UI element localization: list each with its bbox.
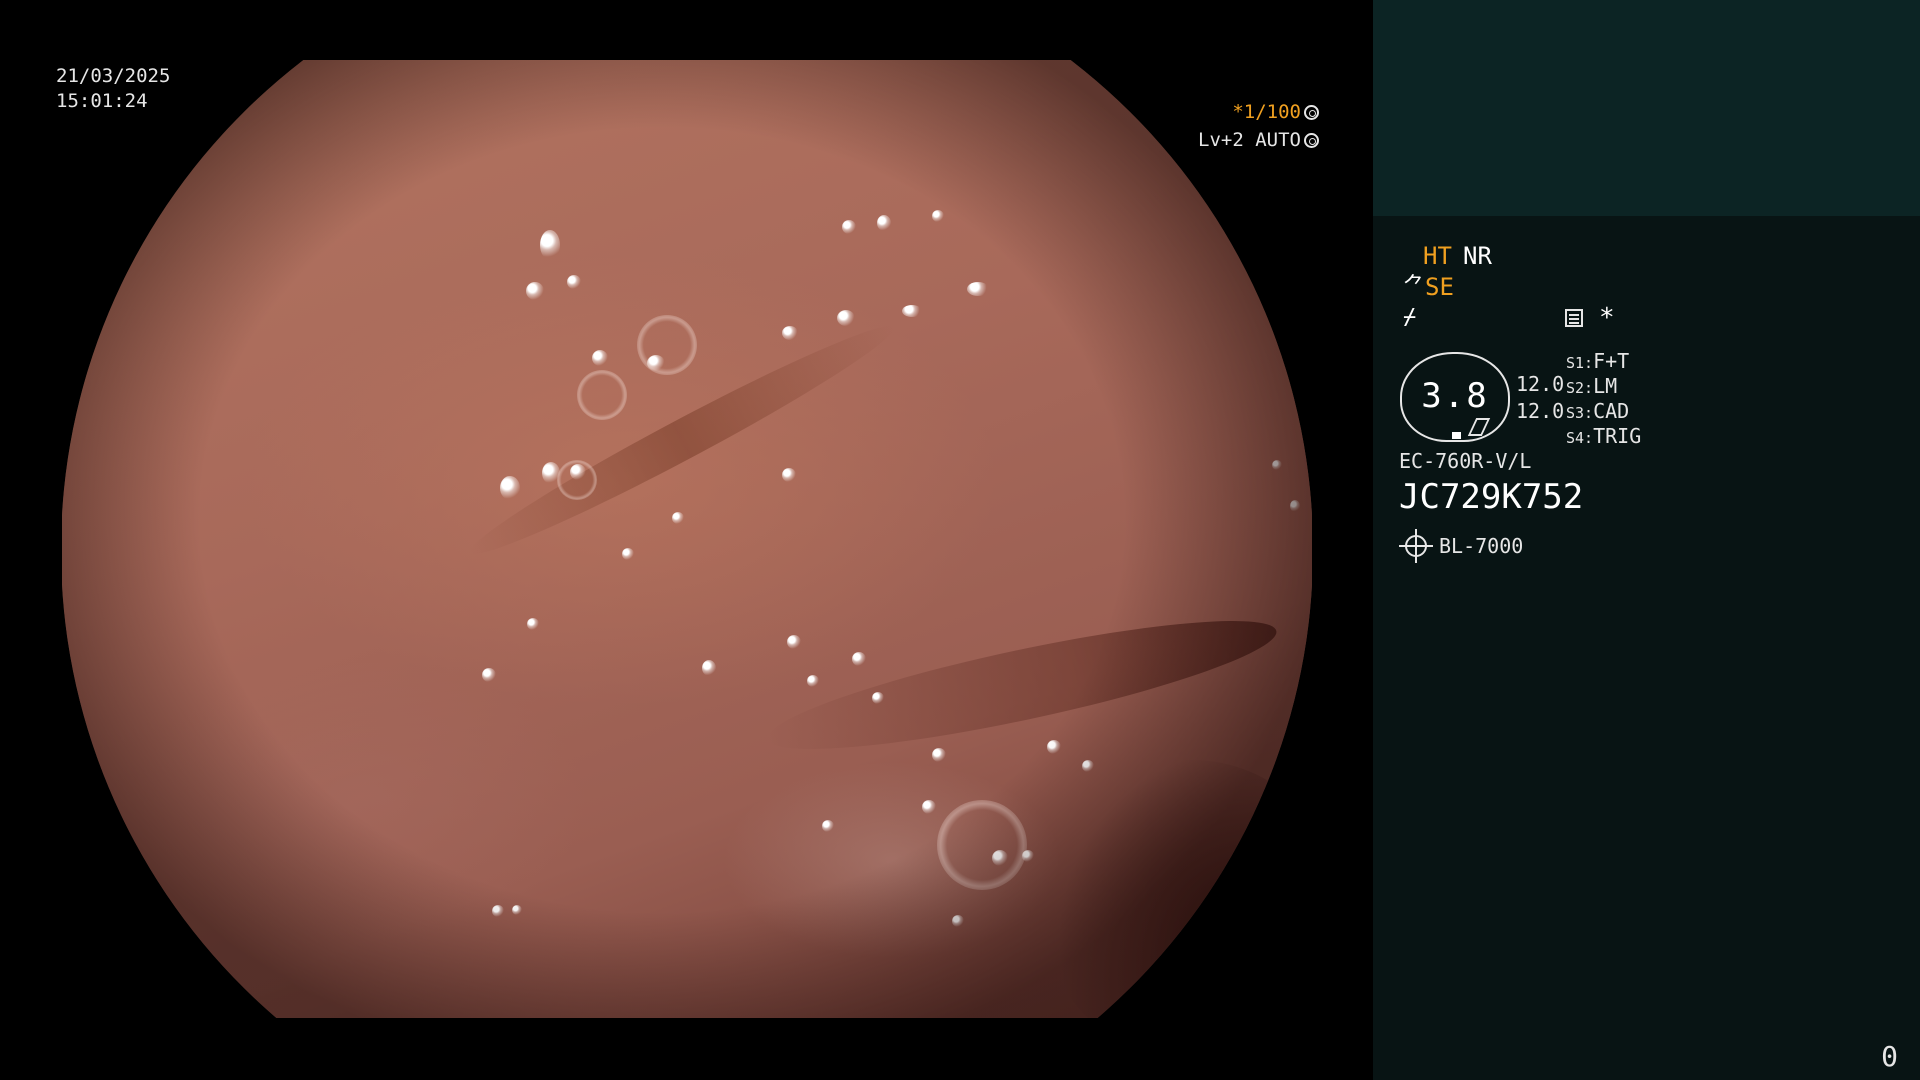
scope-model: EC-760R-V/L <box>1399 449 1532 473</box>
specular-highlight <box>570 464 586 480</box>
setting-value: TRIG <box>1593 424 1642 448</box>
specular-highlight <box>782 326 798 340</box>
time-text: 15:01:24 <box>56 90 148 112</box>
specular-highlight <box>782 468 796 482</box>
endoscopic-image <box>62 60 1312 1018</box>
specular-highlight <box>527 618 539 630</box>
specular-highlight <box>702 660 716 676</box>
specular-highlight <box>877 215 891 231</box>
specular-highlight <box>492 905 504 917</box>
specular-highlight <box>932 210 944 222</box>
specular-highlight <box>932 748 946 762</box>
iris-icon <box>1304 133 1319 148</box>
setting-key: S4: <box>1566 429 1594 447</box>
se-label: SE <box>1425 273 1454 301</box>
gauge-value: 3.8 <box>1421 376 1489 416</box>
ht-label: HT <box>1423 242 1452 270</box>
setting-value: F+T <box>1593 349 1630 373</box>
specular-highlight <box>822 820 834 832</box>
setting-key: S1: <box>1566 354 1594 372</box>
value-2: 12.0 <box>1516 399 1565 423</box>
exposure-readout: *1/100 Lv+2 AUTO <box>1198 98 1319 154</box>
setting-key: S2: <box>1566 379 1594 397</box>
star-marker: * <box>1599 303 1615 333</box>
setting-key: S3: <box>1566 404 1594 422</box>
specular-highlight <box>837 310 855 326</box>
setting-value: LM <box>1593 374 1618 398</box>
specular-highlight <box>540 230 560 260</box>
specular-highlight <box>967 282 989 296</box>
gauge: 3.8 <box>1400 352 1510 442</box>
nr-label: NR <box>1463 242 1492 270</box>
setting-s1: S1:F+T <box>1566 349 1629 375</box>
specular-highlight <box>992 850 1008 866</box>
info-panel: HT NR ⺈ SE ⌿ * 3.8 12.0 12.0 S1:F+T S2:L… <box>1373 0 1920 1080</box>
date-text: 21/03/2025 <box>56 65 171 87</box>
level-text: Lv+2 AUTO <box>1198 129 1301 151</box>
specular-highlight <box>500 476 520 500</box>
value-1: 12.0 <box>1516 372 1565 396</box>
specular-highlight <box>526 282 544 300</box>
air-bubble <box>937 800 1027 890</box>
gauge-marker <box>1452 432 1461 439</box>
gauge-indicator <box>1467 418 1491 436</box>
image-counter: 0 <box>1881 1040 1898 1073</box>
shutter-text: *1/100 <box>1232 101 1301 123</box>
specular-highlight <box>872 692 884 704</box>
specular-highlight <box>1290 500 1300 512</box>
specular-highlight <box>842 220 856 234</box>
air-bubble <box>577 370 627 420</box>
setting-s3: S3:CAD <box>1566 399 1629 425</box>
document-icon <box>1565 309 1583 327</box>
specular-highlight <box>1082 760 1094 772</box>
specular-highlight <box>622 548 634 560</box>
mucosal-fold <box>760 596 1284 774</box>
specular-highlight <box>672 512 684 524</box>
aperture-icon <box>1304 105 1319 120</box>
specular-highlight <box>807 675 819 687</box>
air-bubble <box>557 460 597 500</box>
air-bubble <box>637 315 697 375</box>
specular-highlight <box>512 905 522 915</box>
lumen-shadow <box>1042 760 1312 1018</box>
setting-value: CAD <box>1593 399 1630 423</box>
specular-highlight <box>922 800 936 814</box>
specular-highlight <box>647 355 665 371</box>
specular-highlight <box>592 350 608 366</box>
setting-s2: S2:LM <box>1566 374 1617 400</box>
setting-s4: S4:TRIG <box>1566 424 1641 450</box>
light-source-label: BL-7000 <box>1439 534 1524 558</box>
specular-highlight <box>1047 740 1061 754</box>
serial-number: JC729K752 <box>1399 477 1584 517</box>
specular-highlight <box>1022 850 1034 862</box>
panel-header-block <box>1373 0 1920 216</box>
specular-highlight <box>852 652 866 666</box>
structure-enhance-icon: ⺈ <box>1403 274 1426 299</box>
light-source-icon <box>1399 529 1433 563</box>
specular-highlight <box>902 305 922 317</box>
specular-highlight <box>482 668 496 682</box>
specular-highlight <box>542 462 560 484</box>
specular-highlight <box>1272 460 1282 470</box>
specular-highlight <box>952 915 964 927</box>
mucosal-fold <box>460 309 904 571</box>
specular-highlight <box>787 635 801 649</box>
freeze-icon: ⌿ <box>1403 305 1417 330</box>
specular-highlight <box>567 275 581 289</box>
timestamp: 21/03/2025 15:01:24 <box>56 64 170 114</box>
